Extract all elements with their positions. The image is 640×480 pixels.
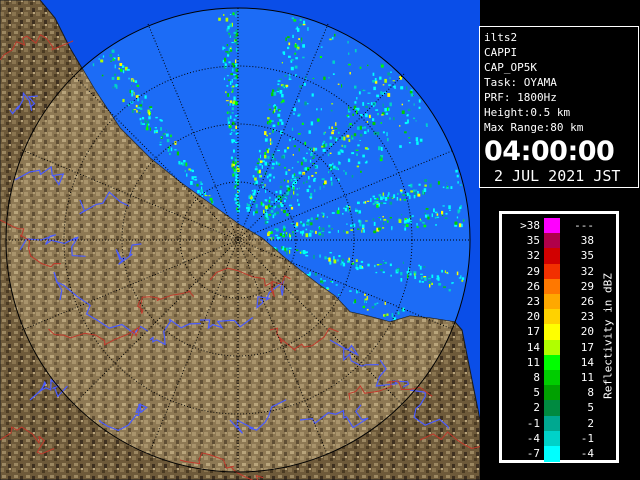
legend-low-value: -4 <box>526 431 540 445</box>
legend-high-value: 2 <box>587 416 594 430</box>
legend-color-swatch <box>544 354 560 371</box>
legend-low-value: >38 <box>520 219 540 232</box>
legend-low-value: -7 <box>526 447 540 460</box>
legend-low-value: 2 <box>533 401 540 415</box>
info-panel: ilts2 CAPPI CAP_OP5K Task: OYAMA PRF: 18… <box>479 26 639 188</box>
legend-row: 25 <box>502 400 616 416</box>
legend-color-swatch <box>544 400 560 416</box>
legend-row: 17 20 <box>502 324 616 340</box>
legend-row: >38 --- <box>502 218 616 234</box>
legend-high-value: 38 <box>580 234 594 248</box>
legend-high-value: 32 <box>580 264 594 278</box>
legend-high-value: --- <box>574 219 594 232</box>
legend-high-value: 26 <box>580 295 594 308</box>
legend-color-swatch <box>544 385 560 401</box>
radar-map-view[interactable] <box>0 0 480 480</box>
legend-low-value: 14 <box>526 340 540 354</box>
legend-low-value: 8 <box>533 371 540 384</box>
legend-color-swatch <box>544 263 560 280</box>
legend-low-value: -1 <box>526 416 540 430</box>
radar-id-label: ilts2 <box>484 31 518 44</box>
legend-low-value: 32 <box>526 249 540 263</box>
legend-row: 58 <box>502 385 616 401</box>
date-display: 2 JUL 2021 JST <box>494 167 621 185</box>
legend-unit-label: Reflectivity in dBZ <box>601 273 615 399</box>
legend-color-swatch <box>544 446 560 462</box>
legend-color-swatch <box>544 309 560 325</box>
legend-row: 35 38 <box>502 233 616 249</box>
legend-high-value: 14 <box>580 355 594 369</box>
legend-high-value: -1 <box>580 431 594 445</box>
legend-row: 32 35 <box>502 248 616 264</box>
legend-row: 8 11 <box>502 370 616 386</box>
legend-color-swatch <box>544 370 560 386</box>
product-label: CAPPI <box>484 46 518 59</box>
legend-high-value: 8 <box>587 386 594 400</box>
legend-low-value: 35 <box>526 234 540 248</box>
legend-color-swatch <box>544 248 560 264</box>
legend-row: -4 -1 <box>502 430 616 447</box>
cap-name-label: CAP_OP5K <box>484 61 537 74</box>
legend-row: 11 14 <box>502 354 616 371</box>
legend-high-value: -4 <box>580 447 594 460</box>
legend-color-swatch <box>544 339 560 356</box>
legend-low-value: 17 <box>526 325 540 339</box>
legend-color-swatch <box>544 324 560 340</box>
legend-color-swatch <box>544 294 560 310</box>
prf-label: PRF: 1800Hz <box>484 91 557 104</box>
legend-low-value: 5 <box>533 386 540 400</box>
legend-high-value: 35 <box>580 249 594 263</box>
max-range-label: Max Range:80 km <box>484 121 584 134</box>
task-label: Task: OYAMA <box>484 76 557 89</box>
legend-color-swatch <box>544 278 560 295</box>
legend-color-swatch <box>544 415 560 432</box>
legend-low-value: 11 <box>526 355 540 369</box>
legend-color-swatch <box>544 233 560 249</box>
height-label: Height:0.5 km <box>484 106 571 119</box>
legend-row: -7 -4 <box>502 446 616 462</box>
time-display: 04:00:00 <box>484 136 615 167</box>
legend-high-value: 29 <box>580 279 594 293</box>
legend-row: 23 26 <box>502 294 616 310</box>
legend-high-value: 5 <box>587 401 594 415</box>
legend-row: 14 17 <box>502 339 616 356</box>
legend-high-value: 23 <box>580 310 594 324</box>
legend-color-swatch <box>544 430 560 447</box>
legend-color-swatch <box>544 218 560 234</box>
legend-row: 29 32 <box>502 263 616 280</box>
legend-high-value: 20 <box>580 325 594 339</box>
legend-low-value: 29 <box>526 264 540 278</box>
legend-low-value: 20 <box>526 310 540 324</box>
legend-low-value: 23 <box>526 295 540 308</box>
radar-map <box>0 0 480 480</box>
legend-row: -1 2 <box>502 415 616 432</box>
legend-high-value: 11 <box>580 371 594 384</box>
legend-row: 26 29 <box>502 278 616 295</box>
legend-low-value: 26 <box>526 279 540 293</box>
legend-box: >38 --- 35 38 32 35 29 32 26 29 23 26 20 23 17 20 14 17 11… <box>501 213 617 462</box>
legend-high-value: 17 <box>580 340 594 354</box>
legend-row: 20 23 <box>502 309 616 325</box>
